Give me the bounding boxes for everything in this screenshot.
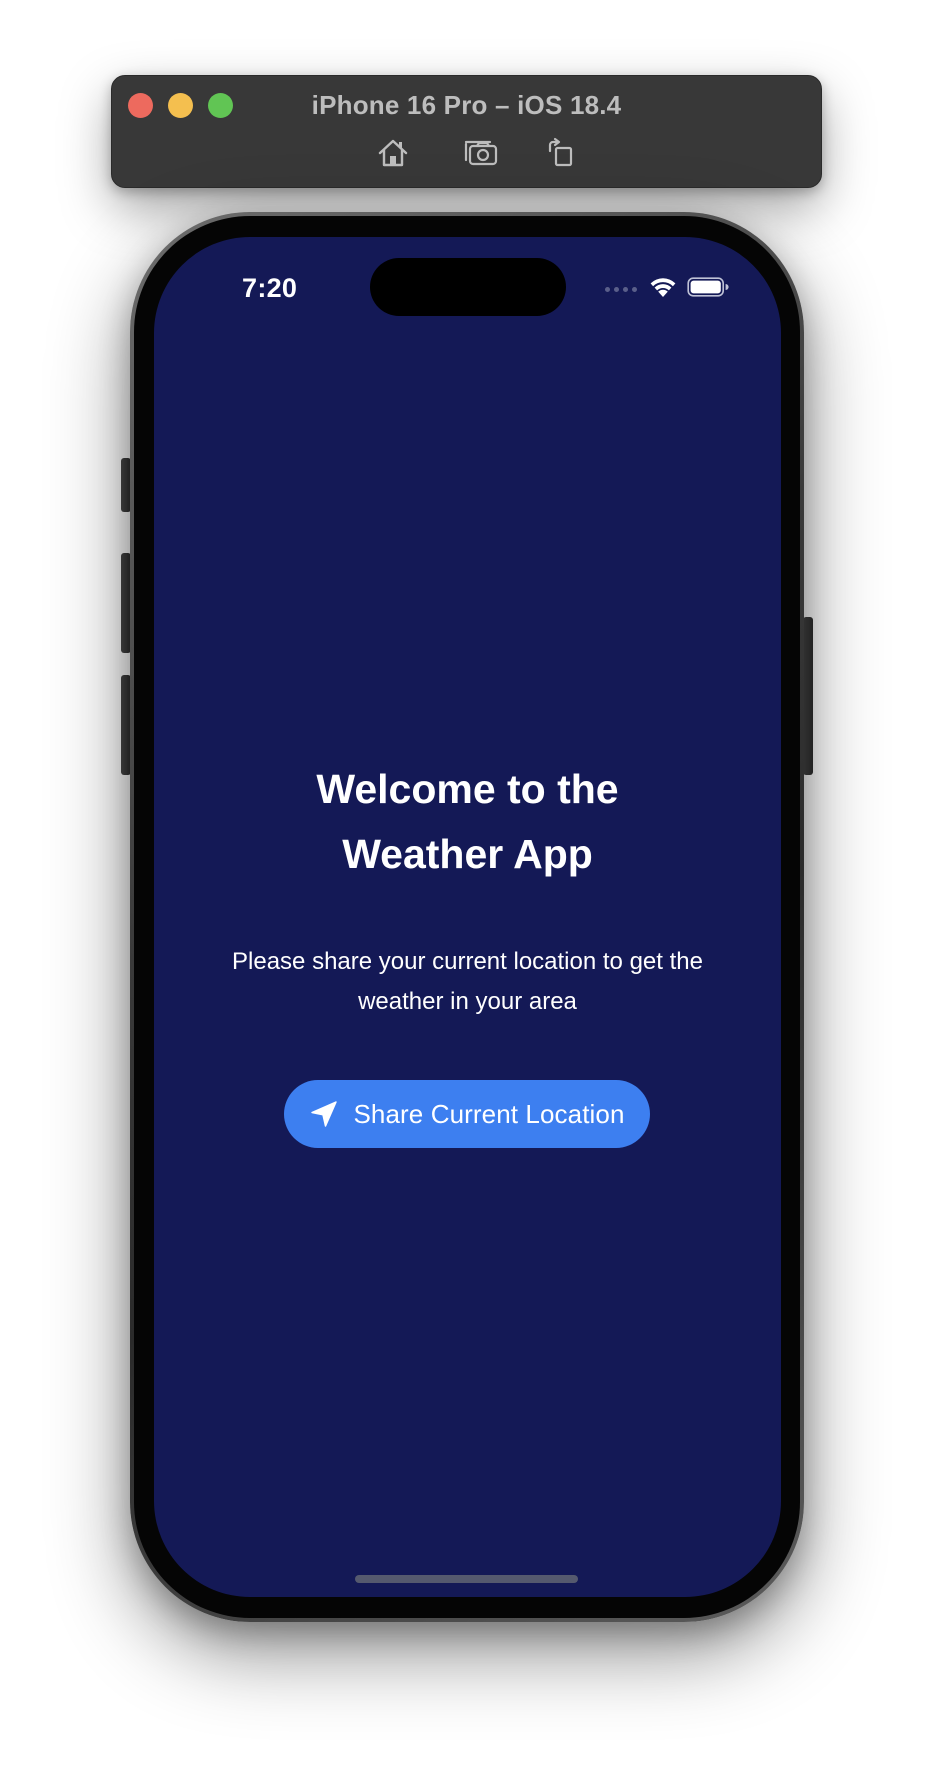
simulator-toolbar: iPhone 16 Pro – iOS 18.4 [111, 75, 822, 188]
share-location-label: Share Current Location [353, 1098, 625, 1129]
home-indicator[interactable] [355, 1575, 578, 1583]
screenshot-button[interactable] [463, 136, 501, 170]
welcome-title-line2: Weather App [342, 831, 593, 877]
welcome-subtitle: Please share your current location to ge… [198, 942, 738, 1022]
welcome-subtitle-line1: Please share your current location to ge… [232, 948, 703, 975]
rotate-button[interactable] [542, 136, 580, 170]
cellular-dots-icon [605, 282, 637, 292]
simulator-title: iPhone 16 Pro – iOS 18.4 [311, 90, 622, 120]
status-indicators [605, 273, 729, 301]
side-power-button[interactable] [803, 617, 813, 775]
welcome-subtitle-line2: weather in your area [358, 988, 577, 1015]
home-icon [378, 139, 408, 167]
dynamic-island [370, 258, 566, 316]
welcome-title-line1: Welcome to the [316, 766, 619, 812]
rotate-icon [548, 137, 573, 167]
battery-icon [687, 277, 729, 297]
share-location-button[interactable]: Share Current Location [284, 1080, 650, 1148]
welcome-section: Welcome to the Weather App Please share … [154, 757, 781, 1022]
home-button[interactable] [374, 136, 412, 170]
simulator-desktop: iPhone 16 Pro – iOS 18.4 7:20 Welcome to… [0, 0, 934, 1774]
status-time: 7:20 [242, 273, 298, 303]
app-screen: 7:20 Welcome to the Weather App Please s… [154, 237, 781, 1597]
welcome-title: Welcome to the Weather App [154, 757, 781, 887]
camera-icon [464, 140, 498, 166]
wifi-icon [650, 278, 676, 297]
location-arrow-icon [311, 1101, 338, 1127]
